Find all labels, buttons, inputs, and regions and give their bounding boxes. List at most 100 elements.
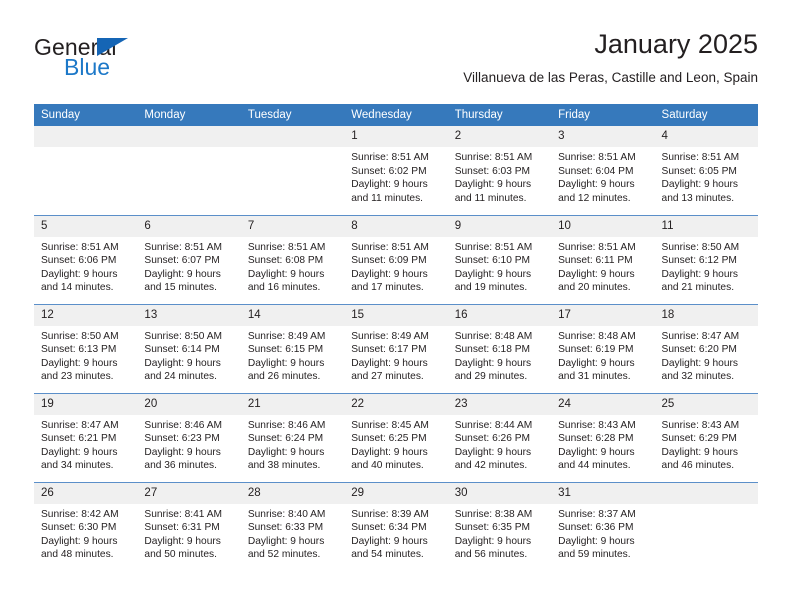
calendar-day-cell[interactable]: 8 Sunrise: 8:51 AM Sunset: 6:09 PM Daylight…: [344, 214, 448, 304]
calendar-day-cell[interactable]: 28 Sunrise: 8:40 AM Sunset: 6:33 PM Dayligh…: [240, 481, 345, 571]
calendar-day-cell[interactable]: 20 Sunrise: 8:46 AM Sunset: 6:23 PM Dayligh…: [137, 392, 241, 482]
sunset-text: Sunset: 6:31 PM: [144, 522, 220, 534]
day-number: 19: [34, 393, 138, 415]
daylight-text-line2: and 24 minutes.: [144, 371, 217, 383]
day-sun-info: Sunrise: 8:50 AM Sunset: 6:12 PM Daylight:…: [655, 237, 758, 295]
calendar-day-cell[interactable]: 4 Sunrise: 8:51 AM Sunset: 6:05 PM Daylight…: [654, 126, 758, 215]
calendar-day-cell[interactable]: 13 Sunrise: 8:50 AM Sunset: 6:14 PM Dayligh…: [137, 303, 241, 393]
sunrise-text: Sunrise: 8:40 AM: [247, 508, 326, 520]
calendar-day-cell[interactable]: 25 Sunrise: 8:43 AM Sunset: 6:29 PM Dayligh…: [654, 392, 758, 482]
calendar-day-cell[interactable]: 7 Sunrise: 8:51 AM Sunset: 6:08 PM Daylight…: [240, 214, 345, 304]
day-sun-info: Sunrise: 8:39 AM Sunset: 6:34 PM Daylight:…: [344, 504, 447, 562]
calendar-day-cell[interactable]: 9 Sunrise: 8:51 AM Sunset: 6:10 PM Daylight…: [447, 214, 552, 304]
calendar-day-cell[interactable]: 21 Sunrise: 8:46 AM Sunset: 6:24 PM Dayligh…: [240, 392, 345, 482]
calendar-day-cell[interactable]: 16 Sunrise: 8:48 AM Sunset: 6:18 PM Dayligh…: [447, 303, 552, 393]
sunrise-text: Sunrise: 8:51 AM: [454, 241, 533, 253]
calendar-day-cell[interactable]: 14 Sunrise: 8:49 AM Sunset: 6:15 PM Dayligh…: [240, 303, 345, 393]
daylight-text-line2: and 15 minutes.: [144, 282, 217, 294]
calendar-day-cell[interactable]: 22 Sunrise: 8:45 AM Sunset: 6:25 PM Dayligh…: [344, 392, 448, 482]
daylight-text-line1: Daylight: 9 hours: [351, 268, 428, 280]
day-sun-info: Sunrise: 8:51 AM Sunset: 6:04 PM Daylight:…: [551, 147, 654, 205]
day-sun-info: Sunrise: 8:51 AM Sunset: 6:02 PM Daylight:…: [344, 147, 447, 205]
sunrise-text: Sunrise: 8:47 AM: [661, 330, 740, 342]
calendar-day-cell[interactable]: 24 Sunrise: 8:43 AM Sunset: 6:28 PM Dayligh…: [551, 392, 655, 482]
sunset-text: Sunset: 6:29 PM: [661, 433, 737, 445]
sunrise-text: Sunrise: 8:41 AM: [144, 508, 223, 520]
daylight-text-line1: Daylight: 9 hours: [144, 357, 221, 369]
daylight-text-line1: Daylight: 9 hours: [454, 357, 532, 369]
calendar-day-cell[interactable]: 2 Sunrise: 8:51 AM Sunset: 6:03 PM Daylight…: [447, 126, 552, 215]
day-sun-info: Sunrise: 8:51 AM Sunset: 6:05 PM Daylight:…: [655, 147, 758, 205]
calendar-day-cell[interactable]: 5 Sunrise: 8:51 AM Sunset: 6:06 PM Daylight…: [34, 214, 138, 304]
calendar-day-cell[interactable]: 3 Sunrise: 8:51 AM Sunset: 6:04 PM Daylight…: [551, 126, 655, 215]
daylight-text-line1: Daylight: 9 hours: [454, 535, 532, 547]
calendar-day-cell[interactable]: 27 Sunrise: 8:41 AM Sunset: 6:31 PM Dayligh…: [137, 481, 241, 571]
calendar-day-cell[interactable]: 23 Sunrise: 8:44 AM Sunset: 6:26 PM Dayligh…: [447, 392, 552, 482]
calendar-day-cell[interactable]: 31 Sunrise: 8:37 AM Sunset: 6:36 PM Dayligh…: [551, 481, 655, 571]
sunrise-text: Sunrise: 8:51 AM: [351, 241, 429, 253]
calendar-day-cell[interactable]: 1 Sunrise: 8:51 AM Sunset: 6:02 PM Daylight…: [344, 126, 448, 215]
day-sun-info: Sunrise: 8:45 AM Sunset: 6:25 PM Daylight:…: [344, 415, 447, 473]
day-sun-info: Sunrise: 8:51 AM Sunset: 6:06 PM Daylight:…: [34, 237, 137, 295]
calendar-header-row: Sunday Monday Tuesday Wednesday Thursday Frid…: [34, 104, 758, 126]
daylight-text-line2: and 32 minutes.: [661, 371, 735, 383]
day-sun-info: Sunrise: 8:49 AM Sunset: 6:17 PM Daylight:…: [344, 326, 447, 384]
sunset-text: Sunset: 6:15 PM: [247, 344, 324, 356]
calendar-day-cell[interactable]: 19 Sunrise: 8:47 AM Sunset: 6:21 PM Dayligh…: [34, 392, 138, 482]
calendar-day-cell[interactable]: 11 Sunrise: 8:50 AM Sunset: 6:12 PM Dayligh…: [654, 214, 758, 304]
calendar-day-cell[interactable]: 26 Sunrise: 8:42 AM Sunset: 6:30 PM Dayligh…: [34, 481, 138, 571]
day-number: 2: [447, 126, 552, 147]
day-sun-info: Sunrise: 8:44 AM Sunset: 6:26 PM Daylight:…: [448, 415, 551, 473]
daylight-text-line1: Daylight: 9 hours: [41, 446, 118, 458]
page-title: January 2025: [594, 29, 758, 59]
calendar-day-cell[interactable]: 15 Sunrise: 8:49 AM Sunset: 6:17 PM Dayligh…: [344, 303, 448, 393]
sunrise-text: Sunrise: 8:47 AM: [41, 419, 119, 431]
daylight-text-line1: Daylight: 9 hours: [41, 535, 118, 547]
daylight-text-line1: Daylight: 9 hours: [454, 179, 532, 191]
page-subtitle: Villanueva de las Peras, Castille and Le…: [463, 70, 758, 86]
daylight-text-line1: Daylight: 9 hours: [661, 179, 738, 191]
day-sun-info: Sunrise: 8:40 AM Sunset: 6:33 PM Daylight:…: [241, 504, 344, 562]
calendar-day-cell-empty: [34, 126, 138, 215]
sunset-text: Sunset: 6:02 PM: [351, 165, 427, 177]
day-number: 18: [654, 304, 758, 326]
calendar-day-cell[interactable]: 30 Sunrise: 8:38 AM Sunset: 6:35 PM Dayligh…: [447, 481, 552, 571]
calendar-day-cell[interactable]: 12 Sunrise: 8:50 AM Sunset: 6:13 PM Dayligh…: [34, 303, 138, 393]
daylight-text-line2: and 44 minutes.: [558, 460, 631, 472]
logo-text-blue: Blue: [64, 54, 111, 80]
daylight-text-line2: and 40 minutes.: [351, 460, 424, 472]
day-sun-info: Sunrise: 8:51 AM Sunset: 6:11 PM Daylight:…: [551, 237, 654, 295]
calendar-day-cell[interactable]: 18 Sunrise: 8:47 AM Sunset: 6:20 PM Dayligh…: [654, 303, 758, 393]
calendar-week-row: 5 Sunrise: 8:51 AM Sunset: 6:06 PM Daylight…: [34, 214, 758, 304]
daylight-text-line2: and 14 minutes.: [41, 282, 114, 294]
daylight-text-line1: Daylight: 9 hours: [144, 268, 221, 280]
sunset-text: Sunset: 6:12 PM: [661, 255, 737, 267]
weekday-header-saturday: Saturday: [654, 104, 758, 126]
day-number: 24: [551, 393, 655, 415]
daylight-text-line2: and 20 minutes.: [558, 282, 631, 294]
day-number: 12: [34, 304, 138, 326]
calendar-day-cell[interactable]: 29 Sunrise: 8:39 AM Sunset: 6:34 PM Dayligh…: [344, 481, 448, 571]
sunset-text: Sunset: 6:11 PM: [558, 255, 633, 267]
calendar-body: 1 Sunrise: 8:51 AM Sunset: 6:02 PM Daylight…: [34, 126, 758, 571]
daylight-text-line1: Daylight: 9 hours: [247, 446, 325, 458]
daylight-text-line1: Daylight: 9 hours: [661, 268, 738, 280]
day-number: 1: [344, 126, 448, 147]
weekday-header-tuesday: Tuesday: [240, 104, 345, 126]
daylight-text-line2: and 50 minutes.: [144, 549, 217, 561]
day-sun-info: Sunrise: 8:46 AM Sunset: 6:23 PM Daylight:…: [137, 415, 240, 473]
day-number: 6: [137, 215, 241, 237]
day-number: 14: [240, 304, 345, 326]
calendar-day-cell[interactable]: 10 Sunrise: 8:51 AM Sunset: 6:11 PM Dayligh…: [551, 214, 655, 304]
sunset-text: Sunset: 6:18 PM: [454, 344, 531, 356]
sunrise-text: Sunrise: 8:45 AM: [351, 419, 429, 431]
daylight-text-line2: and 12 minutes.: [558, 192, 631, 204]
calendar-week-row: 1 Sunrise: 8:51 AM Sunset: 6:02 PM Daylight…: [34, 126, 758, 215]
sunrise-text: Sunrise: 8:51 AM: [144, 241, 223, 253]
calendar-day-cell[interactable]: 17 Sunrise: 8:48 AM Sunset: 6:19 PM Dayligh…: [551, 303, 655, 393]
sunset-text: Sunset: 6:33 PM: [247, 522, 324, 534]
calendar-day-cell-empty: [240, 126, 345, 215]
sunrise-text: Sunrise: 8:43 AM: [661, 419, 740, 431]
calendar-day-cell[interactable]: 6 Sunrise: 8:51 AM Sunset: 6:07 PM Daylight…: [137, 214, 241, 304]
day-sun-info: Sunrise: 8:43 AM Sunset: 6:28 PM Daylight:…: [551, 415, 654, 473]
